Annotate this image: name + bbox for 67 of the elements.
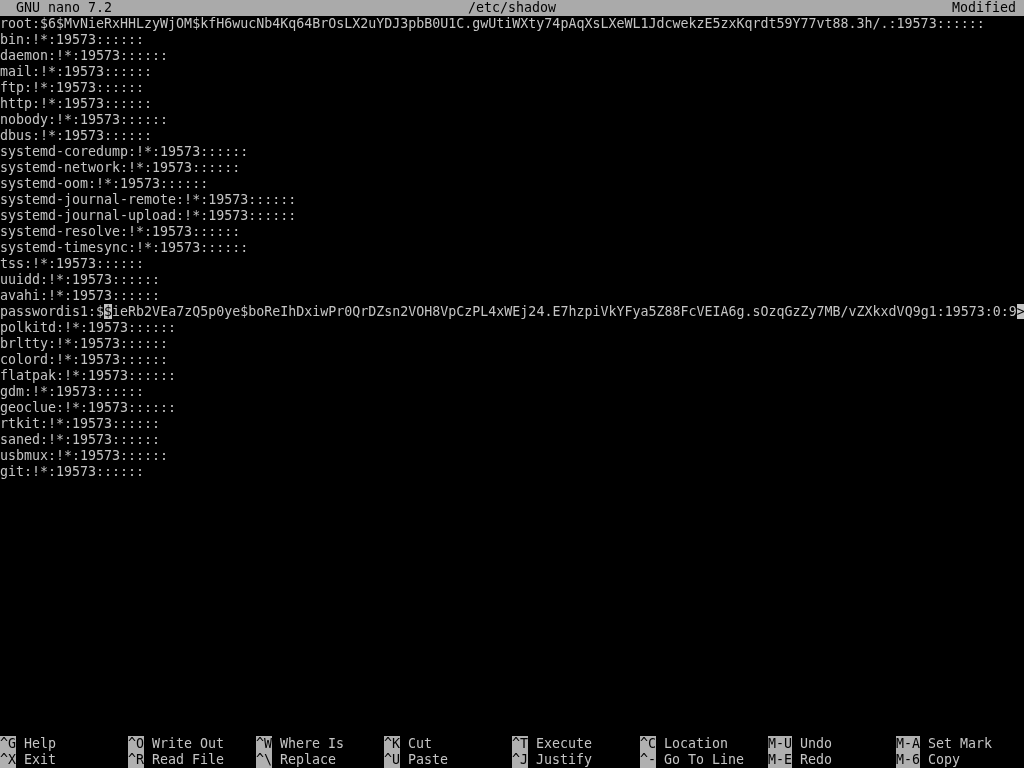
file-line: gdm:!*:19573::::::	[0, 384, 146, 400]
app-version: GNU nano 7.2	[15, 0, 113, 16]
shortcut-label: Go To Line	[664, 752, 745, 768]
shortcut-label: Read File	[152, 752, 225, 768]
file-line: systemd-resolve:!*:19573::::::	[0, 224, 242, 240]
shortcut-label: Cut	[408, 736, 433, 752]
shortcut-label: Write Out	[152, 736, 225, 752]
file-line: http:!*:19573::::::	[0, 96, 154, 112]
shortcut-label: Replace	[280, 752, 337, 768]
file-line: flatpak:!*:19573::::::	[0, 368, 178, 384]
shortcut-key: M-A	[896, 736, 921, 752]
shortcut-key: ^U	[384, 752, 400, 768]
shortcut-key: ^R	[128, 752, 144, 768]
shortcut-label: Set Mark	[928, 736, 993, 752]
shortcut-key: ^X	[0, 752, 16, 768]
file-line: daemon:!*:19573::::::	[0, 48, 170, 64]
file-name: /etc/shadow	[467, 0, 557, 16]
file-line: systemd-network:!*:19573::::::	[0, 160, 242, 176]
shortcut-label: Location	[664, 736, 729, 752]
file-line: uuidd:!*:19573::::::	[0, 272, 162, 288]
file-line: tss:!*:19573::::::	[0, 256, 146, 272]
shortcut-label: Redo	[800, 752, 833, 768]
file-line: saned:!*:19573::::::	[0, 432, 162, 448]
text-cursor: $	[104, 304, 113, 319]
file-line: root:$6$MvNieRxHHLzyWjOM$kfH6wucNb4Kq64BrOsLX2uYDJ3pbB0U1C.gwUtiWXty74pAqXsLXeWL1JdcwekzE5zxKqrdt59Y77vt88.3h/.:19573::::::	[0, 16, 986, 32]
overflow-marker: >	[1016, 304, 1024, 319]
shortcut-key: ^K	[384, 736, 400, 752]
file-line: systemd-coredump:!*:19573::::::	[0, 144, 250, 160]
shortcut-label: Where Is	[280, 736, 345, 752]
shortcut-key: M-E	[768, 752, 793, 768]
shortcut-key: ^C	[640, 736, 656, 752]
shortcut-label: Exit	[24, 752, 57, 768]
file-line: polkitd:!*:19573::::::	[0, 320, 178, 336]
file-line: mail:!*:19573::::::	[0, 64, 154, 80]
file-line: rtkit:!*:19573::::::	[0, 416, 162, 432]
shortcut-key: ^O	[128, 736, 144, 752]
file-line: nobody:!*:19573::::::	[0, 112, 170, 128]
file-line: ftp:!*:19573::::::	[0, 80, 146, 96]
shortcut-key: ^T	[512, 736, 528, 752]
file-line: colord:!*:19573::::::	[0, 352, 170, 368]
file-line: dbus:!*:19573::::::	[0, 128, 154, 144]
shortcut-key: ^G	[0, 736, 16, 752]
modified-status: Modified	[951, 0, 1017, 16]
file-line: ieRb2VEa7zQ5p0ye$boReIhDxiwPr0QrDZsn2VOH8VpCzPL4xWEj24.E7hzpiVkYFya5Z88FcVEIA6g.sOzqGzZy7MB/vZXkxdVQ9g1:19573:0:9	[112, 304, 1017, 319]
shortcut-label: Help	[24, 736, 57, 752]
file-line: brltty:!*:19573::::::	[0, 336, 170, 352]
shortcut-label: Justify	[536, 752, 593, 768]
file-line: usbmux:!*:19573::::::	[0, 448, 170, 464]
file-line: passwordis1:$	[0, 304, 105, 319]
shortcut-label: Paste	[408, 752, 449, 768]
file-line: avahi:!*:19573::::::	[0, 288, 162, 304]
file-line: systemd-oom:!*:19573::::::	[0, 176, 210, 192]
file-line: systemd-journal-remote:!*:19573::::::	[0, 192, 298, 208]
shortcut-key: ^-	[640, 752, 656, 768]
shortcut-key: M-U	[768, 736, 793, 752]
file-line: geoclue:!*:19573::::::	[0, 400, 178, 416]
shortcut-key: ^J	[512, 752, 528, 768]
shortcut-label: Copy	[928, 752, 961, 768]
shortcut-key: ^\	[256, 752, 272, 768]
shortcut-label: Undo	[800, 736, 833, 752]
file-line: systemd-timesync:!*:19573::::::	[0, 240, 250, 256]
file-line: git:!*:19573::::::	[0, 464, 146, 480]
file-line: bin:!*:19573::::::	[0, 32, 146, 48]
file-line: systemd-journal-upload:!*:19573::::::	[0, 208, 298, 224]
shortcut-key: M-6	[896, 752, 921, 768]
shortcut-label: Execute	[536, 736, 593, 752]
shortcut-key: ^W	[256, 736, 272, 752]
